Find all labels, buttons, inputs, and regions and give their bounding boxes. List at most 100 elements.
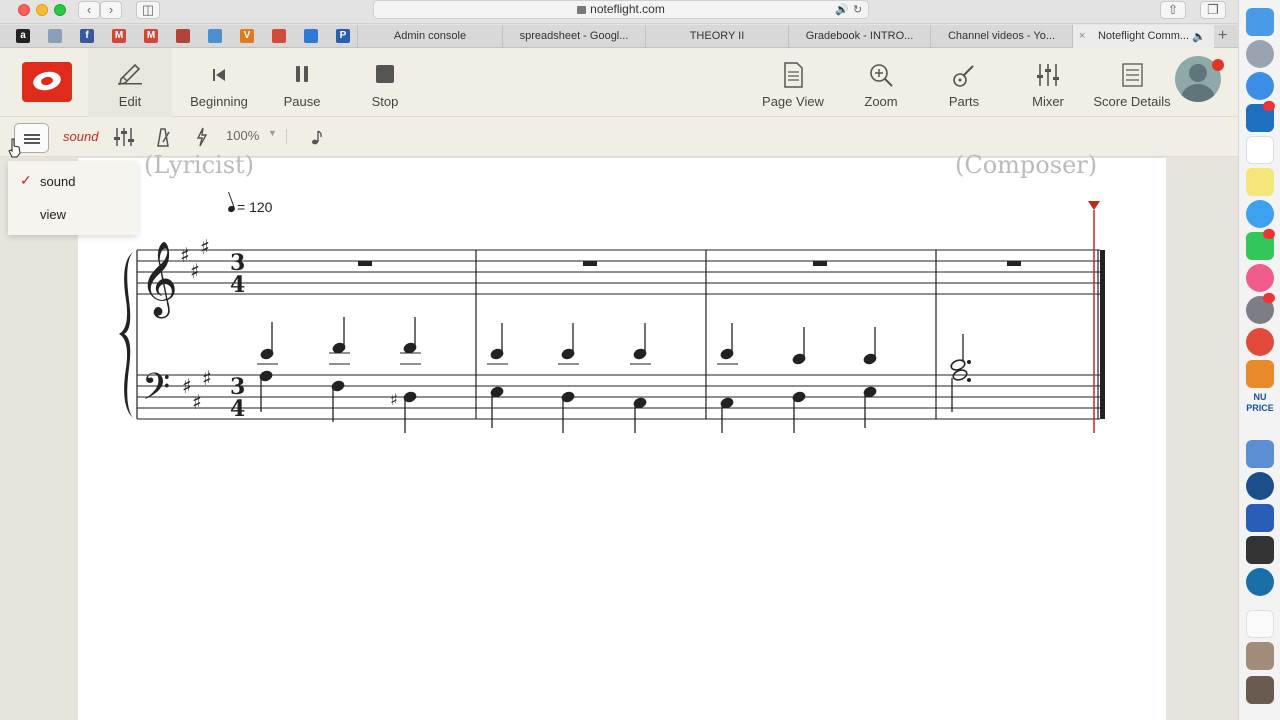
cloud-favicon[interactable] <box>304 29 318 43</box>
tab-label: Noteflight Comm... <box>1097 30 1190 42</box>
close-window-button[interactable] <box>18 4 30 16</box>
lightning-icon[interactable] <box>190 125 214 149</box>
screenshot-icon[interactable] <box>1246 440 1274 468</box>
browser-titlebar: ‹ › ◫ noteflight.com 🔊 ↻ ⇧ ❐ <box>0 0 1238 24</box>
skip-back-icon <box>213 69 225 81</box>
camera-icon[interactable] <box>1246 568 1274 596</box>
safari-icon[interactable] <box>1246 72 1274 100</box>
word-icon[interactable] <box>1246 504 1274 532</box>
music-icon[interactable] <box>1246 264 1274 292</box>
folder-stack-icon[interactable] <box>1246 642 1274 670</box>
launchpad-icon[interactable] <box>1246 40 1274 68</box>
v-favicon[interactable]: V <box>240 29 254 43</box>
tab-channel-videos[interactable]: Channel videos - Yo... <box>930 25 1072 48</box>
checkmark-icon: ✓ <box>20 172 32 188</box>
page-view-button[interactable]: Page View <box>756 48 830 117</box>
gmail-favicon-2[interactable]: M <box>144 29 158 43</box>
screen: ‹ › ◫ noteflight.com 🔊 ↻ ⇧ ❐ a f M M V P… <box>0 0 1280 720</box>
gmail-favicon[interactable]: M <box>112 29 126 43</box>
tabs-overview-icon[interactable]: ❐ <box>1200 1 1226 19</box>
zoom-level-select[interactable]: 100% <box>226 128 259 143</box>
nu-price-icon[interactable]: NU PRICE <box>1246 392 1274 420</box>
dropdown-item-label: sound <box>40 174 76 189</box>
mixer-icon <box>1037 64 1059 86</box>
new-tab-icon[interactable]: + <box>1218 27 1227 45</box>
book-favicon[interactable] <box>176 29 190 43</box>
stop-icon <box>376 65 394 83</box>
dropdown-item-sound[interactable]: ✓ sound <box>8 166 138 196</box>
metronome-icon[interactable] <box>151 125 175 149</box>
score-page[interactable] <box>78 158 1166 720</box>
messages-icon[interactable] <box>1246 200 1274 228</box>
edit-button[interactable]: Edit <box>88 48 172 117</box>
printer-icon[interactable] <box>1246 536 1274 564</box>
chart-favicon[interactable] <box>208 29 222 43</box>
forward-icon[interactable]: › <box>100 1 122 19</box>
note-input-icon[interactable] <box>305 125 329 149</box>
back-icon[interactable]: ‹ <box>78 1 100 19</box>
stop-button[interactable]: Stop <box>352 48 418 117</box>
tab-label: spreadsheet - Googl... <box>519 30 629 42</box>
composer-text[interactable]: (Composer) <box>955 151 1097 179</box>
zoom-label: Zoom <box>864 94 898 109</box>
mode-label: sound <box>63 129 99 144</box>
tab-label: Gradebook - INTRO... <box>805 30 914 42</box>
reload-icon[interactable]: ↻ <box>853 3 862 16</box>
finder-icon[interactable] <box>1246 8 1274 36</box>
share-icon[interactable]: ⇧ <box>1160 1 1186 19</box>
stop-label: Stop <box>371 94 399 109</box>
pause-icon <box>296 66 308 82</box>
mixer-label: Mixer <box>1032 94 1064 109</box>
notes-icon[interactable] <box>1246 168 1274 196</box>
parts-label: Parts <box>948 94 980 109</box>
paypal-favicon[interactable]: P <box>336 29 350 43</box>
page-icon <box>784 62 803 88</box>
facebook-favicon[interactable]: f <box>80 29 94 43</box>
mixer-small-icon[interactable] <box>112 125 136 149</box>
tempo-marking[interactable]: = 120 <box>227 199 272 215</box>
tab-admin-console[interactable]: Admin console <box>357 25 502 48</box>
minimize-window-button[interactable] <box>36 4 48 16</box>
garageband-icon[interactable] <box>1246 360 1274 388</box>
mixer-button[interactable]: Mixer <box>1014 48 1082 117</box>
notification-dot <box>1212 59 1224 71</box>
outlook-badge <box>1263 101 1275 111</box>
guitar-icon <box>953 65 974 87</box>
tab-label: Admin console <box>393 30 467 42</box>
preferences-badge <box>1263 293 1275 303</box>
calendar-icon[interactable] <box>1246 136 1274 164</box>
noteflight-logo[interactable] <box>22 62 72 102</box>
beginning-button[interactable]: Beginning <box>180 48 258 117</box>
dropdown-item-view[interactable]: view <box>8 199 138 229</box>
globe-favicon[interactable] <box>48 29 62 43</box>
mode-dropdown: ✓ sound view <box>8 161 138 235</box>
browser-tabbar: a f M M V P Admin console spreadsheet - … <box>0 25 1238 48</box>
parts-button[interactable]: Parts <box>930 48 998 117</box>
list-icon <box>1122 63 1143 87</box>
sun-favicon[interactable] <box>272 29 286 43</box>
tab-gradebook[interactable]: Gradebook - INTRO... <box>788 25 930 48</box>
close-tab-icon[interactable]: × <box>1079 25 1085 47</box>
facetime-badge <box>1263 229 1275 239</box>
chevron-down-icon[interactable]: ▼ <box>268 128 277 138</box>
address-bar[interactable]: noteflight.com <box>373 0 869 19</box>
tab-theory-ii[interactable]: THEORY II <box>645 25 788 48</box>
url-text: noteflight.com <box>590 2 665 16</box>
maximize-window-button[interactable] <box>54 4 66 16</box>
photo-stack-icon[interactable] <box>1246 676 1274 704</box>
quicktime-icon[interactable] <box>1246 472 1274 500</box>
lyricist-text[interactable]: (Lyricist) <box>144 151 254 179</box>
hand-cursor-icon <box>8 138 21 158</box>
chrome-icon[interactable] <box>1246 328 1274 356</box>
zoom-icon <box>870 64 893 87</box>
document-icon[interactable] <box>1246 610 1274 638</box>
pause-button[interactable]: Pause <box>268 48 336 117</box>
zoom-button[interactable]: Zoom <box>848 48 914 117</box>
sidebar-toggle-icon[interactable]: ◫ <box>136 1 160 19</box>
amazon-favicon[interactable]: a <box>16 29 30 43</box>
tab-audio-icon[interactable]: 🔈 <box>1192 30 1206 43</box>
tab-spreadsheet[interactable]: spreadsheet - Googl... <box>502 25 645 48</box>
speaker-icon[interactable]: 🔊 <box>835 3 849 16</box>
pencil-icon <box>118 63 142 86</box>
score-details-button[interactable]: Score Details <box>1090 48 1174 117</box>
